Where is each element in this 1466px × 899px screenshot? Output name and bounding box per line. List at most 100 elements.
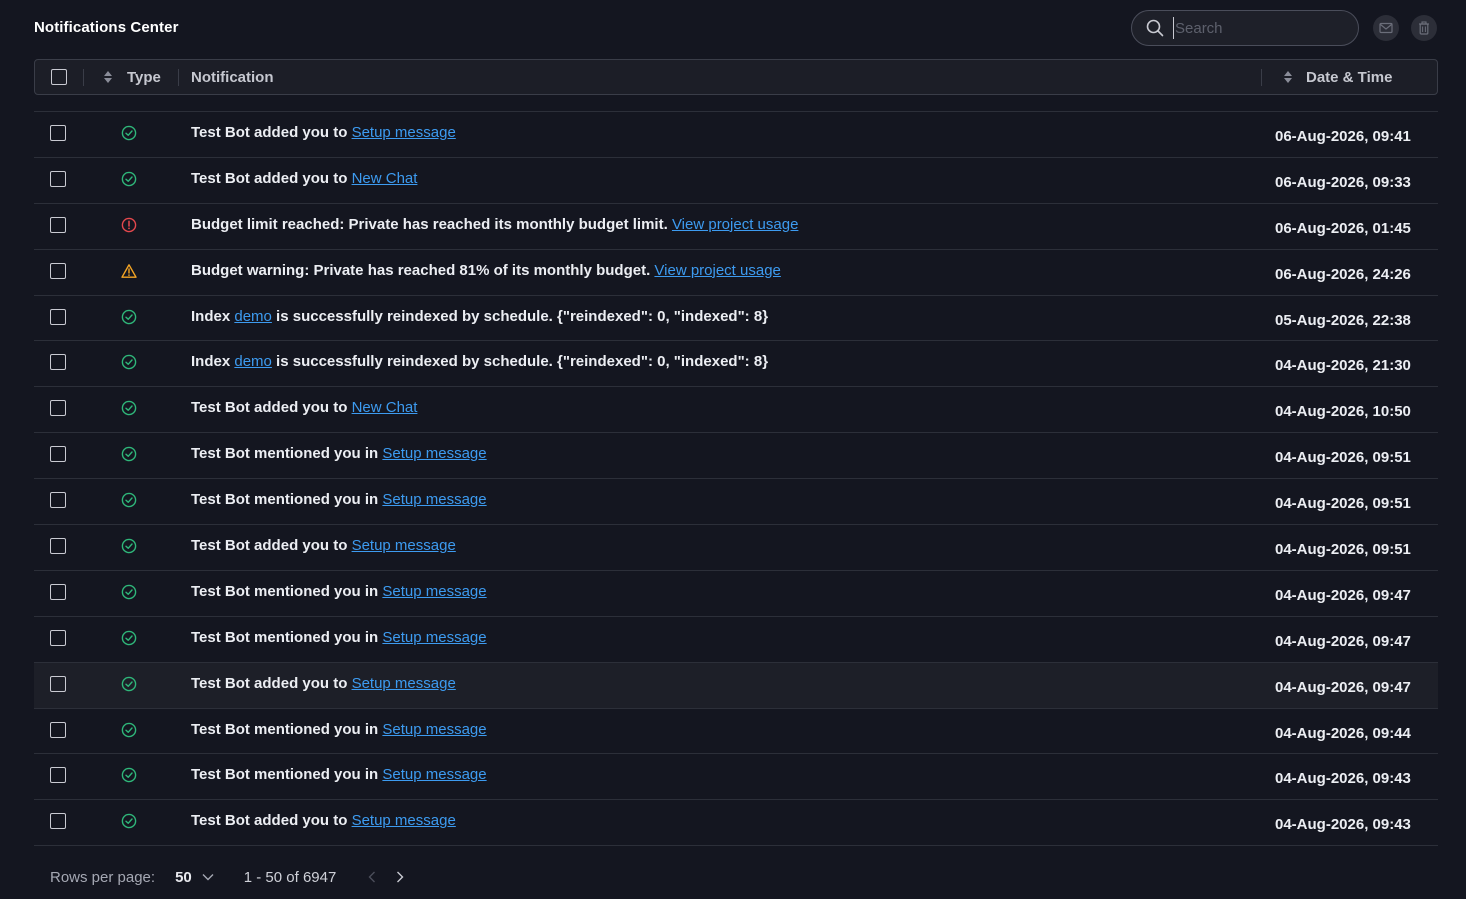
datetime-column-label: Date & Time <box>1306 68 1393 86</box>
success-check-icon <box>121 125 137 141</box>
notification-message: Index <box>191 307 235 325</box>
notification-link[interactable]: View project usage <box>654 262 780 279</box>
notification-text: Test Bot added you to Setup message <box>191 124 456 141</box>
success-check-icon <box>121 354 137 370</box>
notification-column-label: Notification <box>191 68 274 86</box>
table-row[interactable]: Budget warning: Private has reached 81% … <box>34 250 1438 296</box>
success-check-icon <box>121 813 137 829</box>
table-row[interactable]: Test Bot mentioned you in Setup message 0… <box>34 709 1438 755</box>
notification-date: 06-Aug-2026, 09:33 <box>1275 173 1411 191</box>
notifications-page: Notifications Center Search Type Notific… <box>0 0 1466 899</box>
chevron-down-icon[interactable] <box>202 873 214 881</box>
success-check-icon <box>121 767 137 783</box>
notification-message: Test Bot mentioned you in <box>191 720 383 738</box>
row-checkbox[interactable] <box>50 400 66 417</box>
notification-text: Test Bot added you to Setup message <box>191 675 456 692</box>
notification-message: Test Bot added you to <box>191 124 352 141</box>
notification-link[interactable]: Setup message <box>382 491 486 508</box>
notification-message: Test Bot mentioned you in <box>191 582 383 600</box>
table-row[interactable]: Test Bot added you to Setup message 04-Au… <box>34 525 1438 571</box>
table-row[interactable]: Test Bot added you to Setup message 06-Au… <box>34 112 1438 158</box>
column-divider <box>1261 69 1262 86</box>
row-checkbox[interactable] <box>50 308 66 325</box>
notification-date: 04-Aug-2026, 09:47 <box>1275 678 1411 696</box>
notification-text: Budget limit reached: Private has reache… <box>191 216 798 233</box>
sort-icon[interactable] <box>103 70 113 84</box>
table-row[interactable]: Test Bot mentioned you in Setup message 0… <box>34 617 1438 663</box>
table-row[interactable]: Index demo is successfully reindexed by … <box>34 296 1438 342</box>
notification-message: Test Bot mentioned you in <box>191 628 383 646</box>
row-checkbox[interactable] <box>50 629 66 646</box>
notification-link[interactable]: Setup message <box>382 766 486 783</box>
row-checkbox[interactable] <box>50 216 66 233</box>
row-checkbox[interactable] <box>50 721 66 738</box>
pagination: Rows per page: 50 1 - 50 of 6947 <box>50 866 404 888</box>
delete-button[interactable] <box>1411 15 1437 41</box>
notification-link[interactable]: Setup message <box>352 537 456 554</box>
notification-link[interactable]: New Chat <box>352 170 418 187</box>
notification-link[interactable]: Setup message <box>352 124 456 141</box>
row-checkbox[interactable] <box>50 262 66 279</box>
notification-link[interactable]: Setup message <box>382 629 486 646</box>
notification-link[interactable]: demo <box>234 308 272 325</box>
datetime-column-header[interactable]: Date & Time <box>1283 60 1392 94</box>
notification-text: Index demo is successfully reindexed by … <box>191 308 768 325</box>
table-row[interactable]: Test Bot mentioned you in Setup message 0… <box>34 754 1438 801</box>
notification-text: Test Bot mentioned you in Setup message <box>191 629 487 646</box>
column-divider <box>83 69 84 86</box>
row-checkbox[interactable] <box>50 125 66 141</box>
page-title: Notifications Center <box>34 19 179 36</box>
row-checkbox[interactable] <box>50 446 66 463</box>
row-checkbox[interactable] <box>50 170 66 187</box>
notification-message: Test Bot added you to <box>191 674 352 692</box>
notification-message: Test Bot mentioned you in <box>191 491 383 509</box>
notification-link[interactable]: Setup message <box>382 721 486 738</box>
success-check-icon <box>121 630 137 646</box>
notification-link[interactable]: Setup message <box>352 675 456 692</box>
notification-date: 06-Aug-2026, 01:45 <box>1275 219 1411 237</box>
search-input[interactable] <box>1173 17 1343 39</box>
row-checkbox[interactable] <box>50 813 66 830</box>
notification-text: Test Bot mentioned you in Setup message <box>191 721 487 738</box>
notification-link[interactable]: Setup message <box>382 583 486 600</box>
table-row[interactable]: Budget limit reached: Private has reache… <box>34 204 1438 250</box>
notification-link[interactable]: View project usage <box>672 216 798 233</box>
table-row[interactable]: Test Bot added you to Setup message 04-Au… <box>34 800 1438 847</box>
row-checkbox[interactable] <box>50 538 66 555</box>
table-row[interactable]: Test Bot added you to Setup message 04-Au… <box>34 662 1438 709</box>
row-checkbox[interactable] <box>50 767 66 784</box>
table-row[interactable]: Test Bot mentioned you in Setup message 0… <box>34 433 1438 480</box>
notification-message: Budget limit reached: Private has reache… <box>191 215 672 233</box>
rows-per-page-select[interactable]: 50 <box>175 869 192 886</box>
notification-text: Test Bot added you to New Chat <box>191 399 417 416</box>
notification-link[interactable]: New Chat <box>352 399 418 416</box>
mark-read-button[interactable] <box>1373 15 1399 41</box>
sort-icon[interactable] <box>1283 70 1293 84</box>
row-checkbox[interactable] <box>50 675 66 692</box>
mail-icon <box>1379 22 1393 34</box>
warning-triangle-icon <box>121 263 137 279</box>
notification-date: 04-Aug-2026, 09:47 <box>1275 632 1411 650</box>
success-check-icon <box>121 446 137 462</box>
table-row[interactable]: Test Bot added you to New Chat 04-Aug-202… <box>34 387 1438 434</box>
notification-date: 04-Aug-2026, 09:43 <box>1275 816 1411 834</box>
search-icon <box>1146 19 1164 37</box>
table-row[interactable]: Test Bot mentioned you in Setup message 0… <box>34 571 1438 617</box>
trash-icon <box>1419 21 1429 35</box>
row-checkbox[interactable] <box>50 492 66 509</box>
row-checkbox[interactable] <box>50 583 66 600</box>
notification-link[interactable]: Setup message <box>352 812 456 829</box>
type-column-header[interactable]: Type <box>103 60 161 94</box>
notification-link[interactable]: Setup message <box>382 445 486 462</box>
search-box[interactable] <box>1131 10 1359 46</box>
row-checkbox[interactable] <box>50 354 66 371</box>
next-page-icon[interactable] <box>396 871 404 883</box>
notification-link[interactable]: demo <box>234 353 272 370</box>
select-all-checkbox[interactable] <box>51 69 67 85</box>
table-row[interactable]: Test Bot added you to New Chat 06-Aug-202… <box>34 158 1438 204</box>
table-row[interactable]: Test Bot mentioned you in Setup message 0… <box>34 479 1438 526</box>
table-row[interactable]: Index demo is successfully reindexed by … <box>34 341 1438 388</box>
notification-text: Test Bot mentioned you in Setup message <box>191 766 487 783</box>
notification-message: Budget warning: Private has reached 81% … <box>191 261 655 279</box>
previous-page-icon[interactable] <box>368 871 376 883</box>
